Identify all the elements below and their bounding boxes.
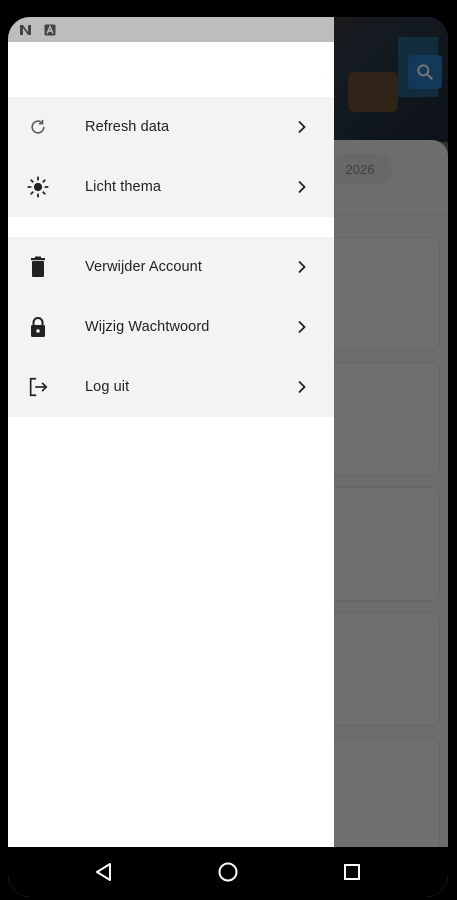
logout-icon: [26, 375, 50, 399]
lock-icon: [26, 315, 50, 339]
light-theme-item[interactable]: Licht thema: [8, 157, 334, 217]
delete-account-label: Verwijder Account: [85, 259, 202, 275]
phone-screen: 2026 Refresh data: [8, 17, 448, 897]
logout-label: Log uit: [85, 379, 130, 395]
sun-icon: [26, 175, 50, 199]
n-app-icon: [19, 23, 33, 37]
recents-icon[interactable]: [340, 860, 364, 884]
refresh-data-item[interactable]: Refresh data: [8, 97, 334, 157]
home-icon[interactable]: [216, 860, 240, 884]
change-password-item[interactable]: Wijzig Wachtwoord: [8, 297, 334, 357]
status-bar: [8, 17, 334, 42]
chevron-right-icon: [294, 179, 310, 195]
a-app-icon: [43, 23, 57, 37]
system-navigation-bar: [8, 847, 448, 897]
chevron-right-icon: [294, 379, 310, 395]
refresh-data-label: Refresh data: [85, 119, 170, 135]
back-icon[interactable]: [92, 860, 116, 884]
change-password-label: Wijzig Wachtwoord: [85, 319, 210, 335]
light-theme-label: Licht thema: [85, 179, 162, 195]
delete-account-item[interactable]: Verwijder Account: [8, 237, 334, 297]
drawer-group-general: Refresh data Licht thema: [8, 97, 334, 217]
trash-icon: [26, 255, 50, 279]
navigation-drawer: Refresh data Licht thema Verwijder Accou…: [8, 42, 334, 847]
logout-item[interactable]: Log uit: [8, 357, 334, 417]
chevron-right-icon: [294, 259, 310, 275]
chevron-right-icon: [294, 319, 310, 335]
refresh-icon: [26, 115, 50, 139]
chevron-right-icon: [294, 119, 310, 135]
drawer-group-account: Verwijder Account Wijzig Wachtwoord Log: [8, 237, 334, 417]
